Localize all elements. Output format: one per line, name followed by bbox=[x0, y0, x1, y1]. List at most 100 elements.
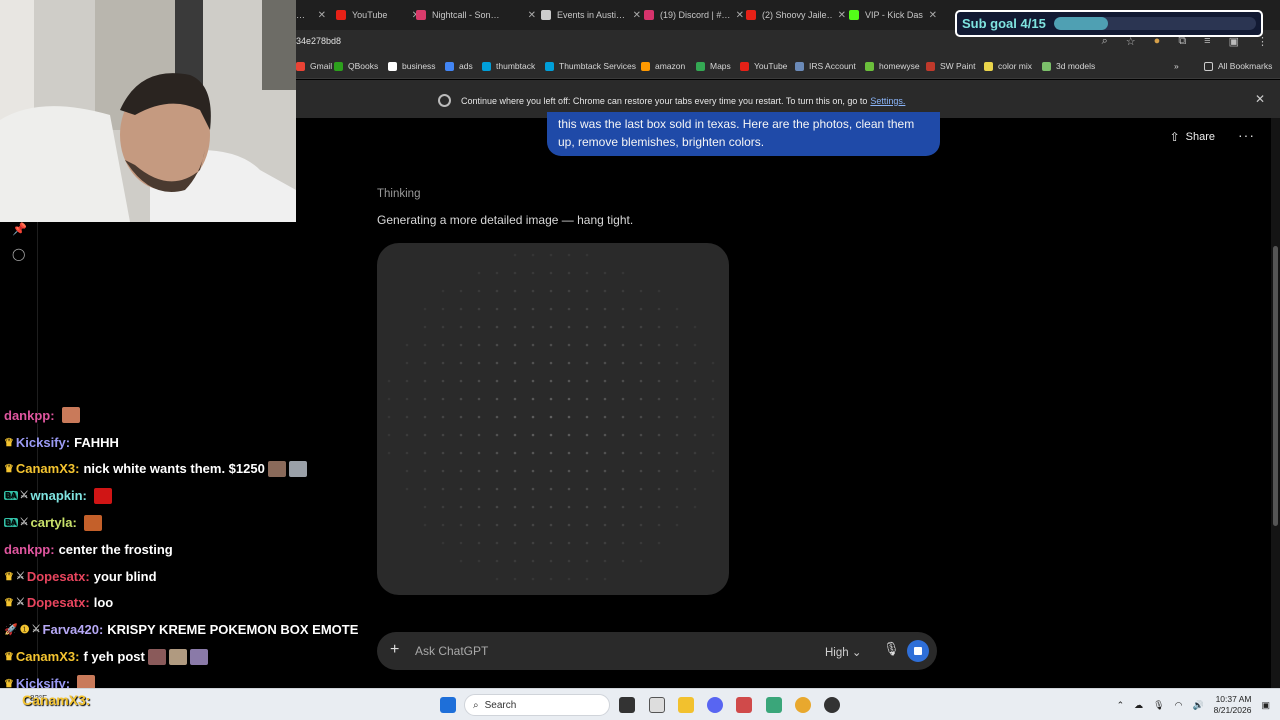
bookmark-item[interactable]: Gmail bbox=[296, 61, 332, 71]
chat-username[interactable]: CanamX3 bbox=[16, 649, 75, 664]
thinking-label[interactable]: Thinking bbox=[377, 188, 420, 200]
tab-favicon-icon bbox=[644, 10, 654, 20]
chat-username[interactable]: Kicksify bbox=[16, 435, 66, 450]
share-button[interactable]: ⇧ Share bbox=[1170, 130, 1215, 144]
wifi-icon[interactable]: ◠ bbox=[1175, 700, 1183, 711]
subscriber-badge-icon: BA bbox=[4, 491, 18, 501]
bookmark-item[interactable]: IRS Account bbox=[795, 61, 856, 71]
chat-username[interactable]: cartyla bbox=[31, 515, 73, 530]
moderator-badge-icon: ⚔ bbox=[15, 570, 25, 582]
tab-label: Nightcall - Son… bbox=[432, 10, 500, 20]
browser-tab[interactable]: (2) Shoovy Jaile… ✕ bbox=[746, 5, 846, 25]
browser-tab[interactable]: Nightcall - Son… ✕ bbox=[416, 5, 536, 25]
tab-close-icon[interactable]: ✕ bbox=[832, 10, 846, 21]
chat-username[interactable]: dankpp bbox=[4, 408, 50, 423]
bookmark-item[interactable]: amazon bbox=[641, 61, 685, 71]
task-view-icon[interactable] bbox=[619, 697, 635, 713]
chat-username[interactable]: CanamX3 bbox=[16, 461, 75, 476]
stop-generating-button[interactable] bbox=[907, 640, 929, 662]
crown-badge-icon: ♛ bbox=[4, 463, 14, 476]
tab-close-icon[interactable]: ✕ bbox=[627, 10, 641, 21]
share-label: Share bbox=[1185, 131, 1215, 143]
tab-close-icon[interactable]: ✕ bbox=[312, 10, 326, 21]
bookmark-item[interactable]: YouTube bbox=[740, 61, 787, 71]
chat-text: loo bbox=[93, 595, 114, 611]
url-text[interactable]: 34e278bd8 bbox=[296, 36, 341, 46]
bookmark-item[interactable]: SW Paint bbox=[926, 61, 975, 71]
chat-username[interactable]: Dopesatx bbox=[27, 569, 86, 584]
bookmark-icon bbox=[865, 61, 874, 71]
tab-close-icon[interactable]: ✕ bbox=[730, 10, 744, 21]
tab-close-icon[interactable]: ✕ bbox=[923, 10, 937, 21]
sub-goal-widget: Sub goal 4/15 bbox=[955, 10, 1263, 37]
quality-selector[interactable]: High ⌄ bbox=[825, 645, 862, 659]
scrollbar-thumb[interactable] bbox=[1273, 246, 1278, 526]
chat-username[interactable]: Dopesatx bbox=[27, 595, 86, 610]
chrome-taskbar-icon[interactable] bbox=[795, 697, 811, 713]
bookmark-item[interactable]: QBooks bbox=[334, 61, 378, 71]
browser-tab[interactable]: (19) Discord | #… ✕ bbox=[644, 5, 744, 25]
bookmark-icon bbox=[926, 61, 935, 71]
file-explorer-icon[interactable] bbox=[678, 697, 694, 713]
chat-username[interactable]: dankpp bbox=[4, 542, 50, 557]
obs-icon[interactable] bbox=[824, 697, 840, 713]
app-icon[interactable] bbox=[736, 697, 752, 713]
windows-start-icon[interactable] bbox=[440, 697, 456, 713]
restore-text: Continue where you left off: Chrome can … bbox=[461, 95, 868, 106]
chat-bubble-icon[interactable]: ◯ bbox=[12, 247, 25, 261]
settings-link[interactable]: Settings. bbox=[870, 96, 905, 106]
chat-separator: : bbox=[75, 461, 80, 477]
bookmark-label: homewyse bbox=[879, 61, 920, 71]
bookmark-item[interactable]: 3d models bbox=[1042, 61, 1095, 71]
clock-date: 8/21/2026 bbox=[1213, 705, 1252, 715]
bookmark-icon bbox=[696, 61, 705, 71]
taskbar-search[interactable]: ⌕ Search bbox=[464, 694, 610, 716]
chat-separator: : bbox=[85, 595, 90, 611]
bookmark-item[interactable]: ads bbox=[445, 61, 473, 71]
bookmark-item[interactable]: thumbtack bbox=[482, 61, 535, 71]
bookmark-item[interactable]: homewyse bbox=[865, 61, 920, 71]
chat-username[interactable]: Farva420 bbox=[43, 622, 99, 637]
tab-label: Events in Austi… bbox=[557, 10, 626, 20]
microphone-icon[interactable]: 🎙 bbox=[883, 641, 900, 657]
sub-goal-progress-fill bbox=[1053, 17, 1108, 30]
tab-favicon-icon bbox=[746, 10, 756, 20]
bookmark-label: SW Paint bbox=[940, 61, 976, 71]
emote-icon bbox=[267, 460, 286, 477]
pin-icon[interactable]: 📌 bbox=[12, 222, 27, 236]
prompt-input[interactable]: Ask ChatGPT bbox=[415, 644, 488, 658]
bookmark-label: business bbox=[402, 61, 436, 71]
browser-tab[interactable]: YouTube✕ bbox=[336, 5, 420, 25]
network-icon[interactable]: ☁ bbox=[1134, 700, 1143, 711]
bookmark-item[interactable]: Thumbtack Services bbox=[545, 61, 636, 71]
notepad-icon[interactable] bbox=[649, 697, 665, 713]
browser-tab[interactable]: Events in Austi… ✕ bbox=[541, 5, 641, 25]
tray-chevron-icon[interactable]: ⌃ bbox=[1117, 700, 1125, 711]
notification-icon[interactable]: ▣ bbox=[1261, 700, 1270, 711]
volume-icon[interactable]: 🔊 bbox=[1192, 700, 1203, 711]
discord-icon[interactable] bbox=[707, 697, 723, 713]
all-bookmarks-folder[interactable]: All Bookmarks bbox=[1204, 61, 1272, 71]
clock[interactable]: 10:37 AM 8/21/2026 bbox=[1214, 694, 1252, 716]
composer: + Ask ChatGPT High ⌄ 🎙 bbox=[377, 632, 937, 670]
bookmark-item[interactable]: business bbox=[388, 61, 436, 71]
browser-tab[interactable]: … ✕ bbox=[296, 5, 326, 25]
more-options-button[interactable]: ··· bbox=[1238, 127, 1255, 143]
app-icon-2[interactable] bbox=[766, 697, 782, 713]
bookmark-item[interactable]: color mix bbox=[984, 61, 1032, 71]
subscriber-badge-icon: BA bbox=[4, 518, 18, 528]
chat-text: FAHHH bbox=[74, 434, 119, 450]
browser-tab[interactable]: VIP - Kick Dash…✕ bbox=[849, 5, 937, 25]
chat-message: ♛ CanamX3: nick white wants them. $1250 bbox=[4, 456, 424, 483]
mic-tray-icon[interactable]: 🎙 bbox=[1153, 700, 1164, 711]
chat-separator: : bbox=[85, 568, 90, 584]
bookmark-item[interactable]: Maps bbox=[696, 61, 731, 71]
chat-username[interactable]: wnapkin bbox=[31, 488, 83, 503]
user-message-bubble: this was the last box sold in texas. Her… bbox=[547, 112, 940, 156]
page-scrollbar[interactable] bbox=[1271, 118, 1280, 688]
chat-separator: : bbox=[72, 515, 77, 531]
close-infobar-icon[interactable]: ✕ bbox=[1255, 92, 1265, 106]
bookmarks-overflow-icon[interactable]: » bbox=[1174, 61, 1179, 71]
tab-close-icon[interactable]: ✕ bbox=[522, 10, 536, 21]
bookmark-icon bbox=[445, 61, 454, 71]
